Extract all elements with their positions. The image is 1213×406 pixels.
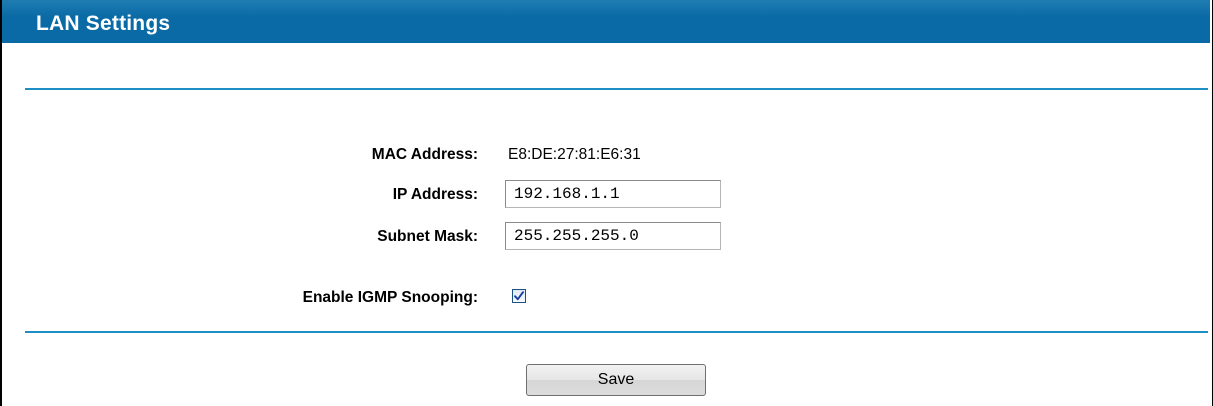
checkmark-icon — [514, 291, 524, 301]
ip-address-input[interactable] — [505, 180, 721, 208]
lan-settings-panel: LAN Settings MAC Address: E8:DE:27:81:E6… — [0, 0, 1213, 406]
ip-address-label: IP Address: — [392, 186, 478, 203]
igmp-snooping-checkbox[interactable] — [512, 289, 526, 303]
bottom-divider — [25, 331, 1208, 333]
top-divider — [25, 88, 1208, 90]
mac-address-value: E8:DE:27:81:E6:31 — [508, 146, 641, 163]
igmp-snooping-label: Enable IGMP Snooping: — [302, 289, 478, 306]
subnet-mask-input[interactable] — [505, 222, 721, 250]
panel-left-border — [0, 0, 2, 406]
save-button[interactable]: Save — [526, 364, 706, 396]
mac-address-label: MAC Address: — [371, 146, 478, 163]
subnet-mask-label: Subnet Mask: — [377, 228, 478, 245]
page-title: LAN Settings — [36, 12, 171, 35]
title-bar: LAN Settings — [2, 0, 1210, 43]
